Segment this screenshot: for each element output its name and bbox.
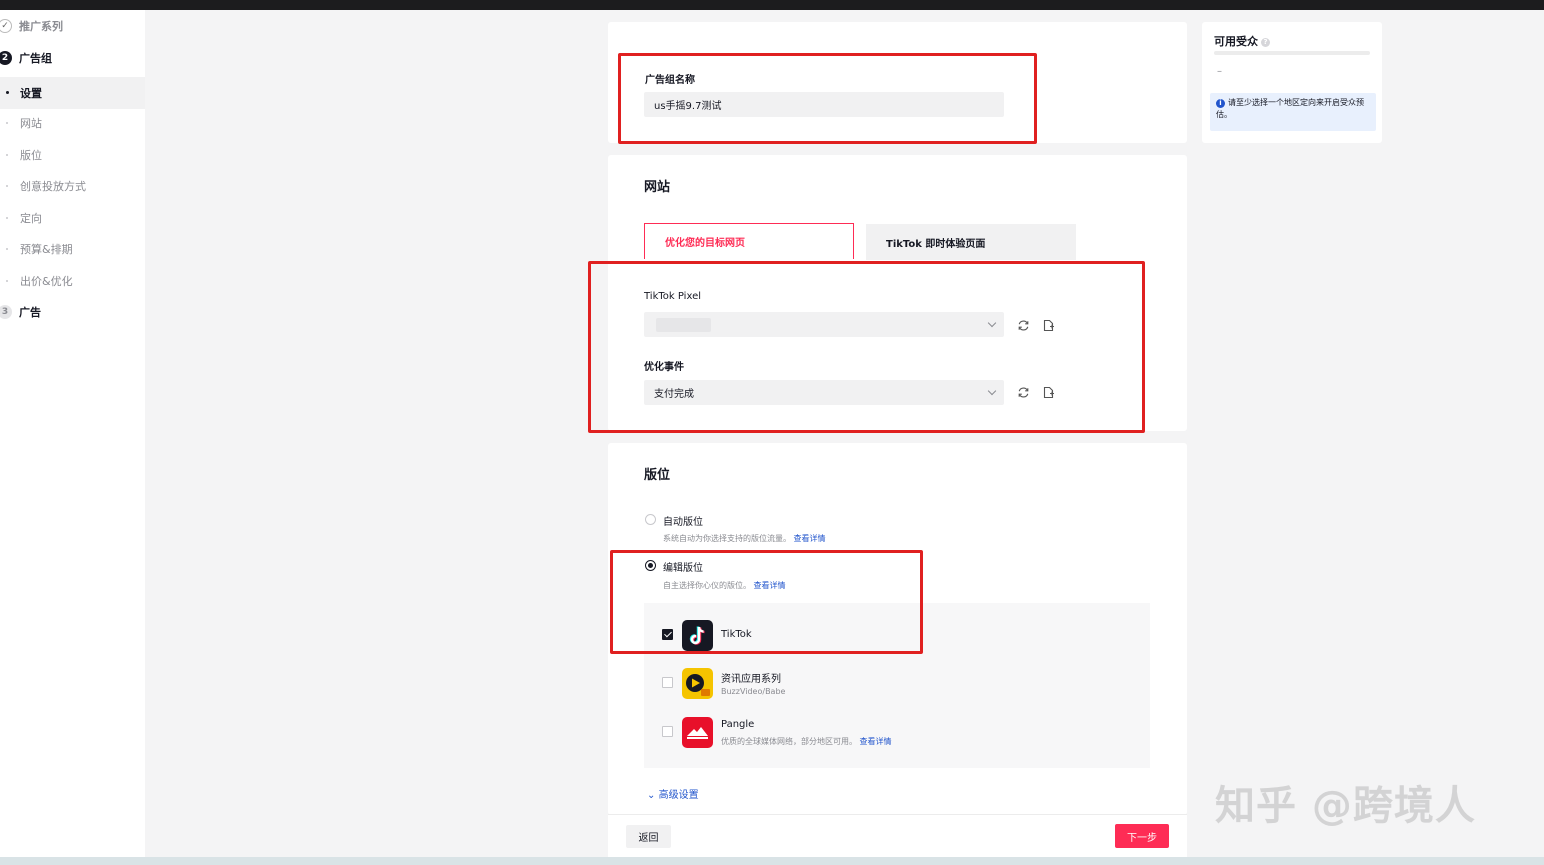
- adgroup-name-input[interactable]: us手摇9.7测试: [644, 92, 1004, 117]
- event-select[interactable]: 支付完成: [644, 380, 1004, 405]
- advanced-settings-toggle[interactable]: ⌄ 高级设置: [647, 786, 699, 801]
- redacted-value: [656, 318, 711, 332]
- edit-placement-desc: 自主选择你心仪的版位。 查看详情: [663, 580, 786, 591]
- bullet-icon: [6, 91, 9, 94]
- refresh-icon[interactable]: [1016, 385, 1030, 399]
- adgroup-name-label: 广告组名称: [645, 75, 695, 86]
- sidebar-item-label: 出价&优化: [20, 275, 73, 288]
- desc-text: 自主选择你心仪的版位。: [663, 581, 751, 590]
- tab-tiktok-instant-page[interactable]: TikTok 即时体验页面: [866, 224, 1076, 260]
- bullet-icon: [6, 248, 8, 250]
- sidebar: ✓ 推广系列 2 广告组 设置 网站 版位 创意投放方式 定向 预算&排期 出价…: [0, 10, 145, 857]
- help-icon[interactable]: ?: [1261, 37, 1270, 47]
- audience-title: 可用受众?: [1214, 33, 1270, 49]
- chevron-down-icon: ⌄: [647, 790, 656, 801]
- step-number: 2: [0, 51, 12, 65]
- bullet-icon: [6, 185, 8, 187]
- sidebar-item-label: 预算&排期: [20, 243, 73, 256]
- details-link[interactable]: 查看详情: [860, 737, 892, 746]
- auto-placement-desc: 系统自动为你选择支持的版位流量。 查看详情: [663, 533, 826, 544]
- step-label: 广告: [19, 306, 41, 319]
- sidebar-item-settings[interactable]: 设置: [0, 77, 145, 109]
- new-document-icon[interactable]: [1041, 385, 1055, 399]
- auto-placement-label: 自动版位: [663, 517, 703, 528]
- next-button[interactable]: 下一步: [1115, 824, 1169, 848]
- details-link[interactable]: 查看详情: [754, 581, 786, 590]
- desc-text: 优质的全球媒体网络，部分地区可用。: [721, 737, 857, 746]
- pixel-label: TikTok Pixel: [644, 291, 701, 302]
- audience-info-box: i 请至少选择一个地区定向来开启受众预估。: [1210, 93, 1376, 131]
- auto-placement-radio[interactable]: [645, 514, 656, 525]
- sidebar-item-budget-schedule[interactable]: 预算&排期: [0, 237, 145, 261]
- step-label: 推广系列: [19, 20, 63, 33]
- audience-value: –: [1217, 66, 1222, 77]
- pangle-label: Pangle: [721, 719, 755, 730]
- news-apps-checkbox[interactable]: [662, 677, 673, 688]
- sidebar-item-placement[interactable]: 版位: [0, 143, 145, 167]
- sidebar-item-label: 版位: [20, 149, 42, 162]
- sidebar-item-label: 设置: [20, 87, 42, 100]
- edit-placement-radio[interactable]: [645, 560, 656, 571]
- tab-optimize-landing-page[interactable]: 优化您的目标网页: [644, 223, 854, 259]
- step-number: 3: [0, 305, 12, 319]
- desc-text: 系统自动为你选择支持的版位流量。: [663, 534, 791, 543]
- sidebar-item-targeting[interactable]: 定向: [0, 206, 145, 230]
- bullet-icon: [6, 154, 8, 156]
- buzzvideo-icon: [682, 668, 713, 699]
- details-link[interactable]: 查看详情: [794, 534, 826, 543]
- sidebar-item-bidding[interactable]: 出价&优化: [0, 269, 145, 293]
- tiktok-icon: [682, 620, 713, 651]
- sidebar-item-website[interactable]: 网站: [0, 111, 145, 135]
- audience-title-text: 可用受众: [1214, 35, 1258, 48]
- step-campaign[interactable]: ✓ 推广系列: [0, 16, 63, 36]
- sidebar-item-label: 定向: [20, 212, 42, 225]
- pangle-icon: [682, 717, 713, 748]
- placement-title: 版位: [644, 468, 671, 483]
- sidebar-item-label: 创意投放方式: [20, 180, 86, 193]
- tiktok-checkbox[interactable]: [662, 629, 673, 640]
- audience-meter: [1214, 51, 1370, 55]
- watermark: 知乎 @跨境人: [1215, 783, 1476, 829]
- pixel-select[interactable]: [644, 312, 1004, 337]
- chevron-down-icon: [987, 386, 997, 396]
- check-icon: ✓: [0, 19, 12, 33]
- news-apps-sub: BuzzVideo/Babe: [721, 687, 786, 696]
- event-label: 优化事件: [644, 362, 684, 373]
- refresh-icon[interactable]: [1016, 318, 1030, 332]
- event-value: 支付完成: [654, 389, 694, 400]
- pangle-checkbox[interactable]: [662, 726, 673, 737]
- news-apps-label: 资讯应用系列: [721, 674, 781, 685]
- bullet-icon: [6, 280, 8, 282]
- window-top-bar: [0, 0, 1544, 10]
- bottom-strip: [0, 857, 1544, 865]
- edit-placement-label: 编辑版位: [663, 563, 703, 574]
- chevron-down-icon: [987, 318, 997, 328]
- new-document-icon[interactable]: [1041, 318, 1055, 332]
- footer-bar: [608, 814, 1187, 857]
- sidebar-item-creative-delivery[interactable]: 创意投放方式: [0, 174, 145, 198]
- step-ad[interactable]: 3 广告: [0, 302, 41, 322]
- website-title: 网站: [644, 180, 671, 195]
- bullet-icon: [6, 122, 8, 124]
- placement-options: [644, 603, 1150, 768]
- audience-info-text: 请至少选择一个地区定向来开启受众预估。: [1216, 98, 1364, 119]
- advanced-settings-label: 高级设置: [658, 790, 699, 801]
- step-label: 广告组: [19, 52, 52, 65]
- bullet-icon: [6, 217, 8, 219]
- back-button[interactable]: 返回: [626, 825, 671, 848]
- pangle-sub: 优质的全球媒体网络，部分地区可用。 查看详情: [721, 736, 892, 747]
- info-icon: i: [1216, 99, 1225, 108]
- step-adgroup[interactable]: 2 广告组: [0, 48, 52, 68]
- sidebar-item-label: 网站: [20, 117, 42, 130]
- tiktok-label: TikTok: [721, 629, 752, 640]
